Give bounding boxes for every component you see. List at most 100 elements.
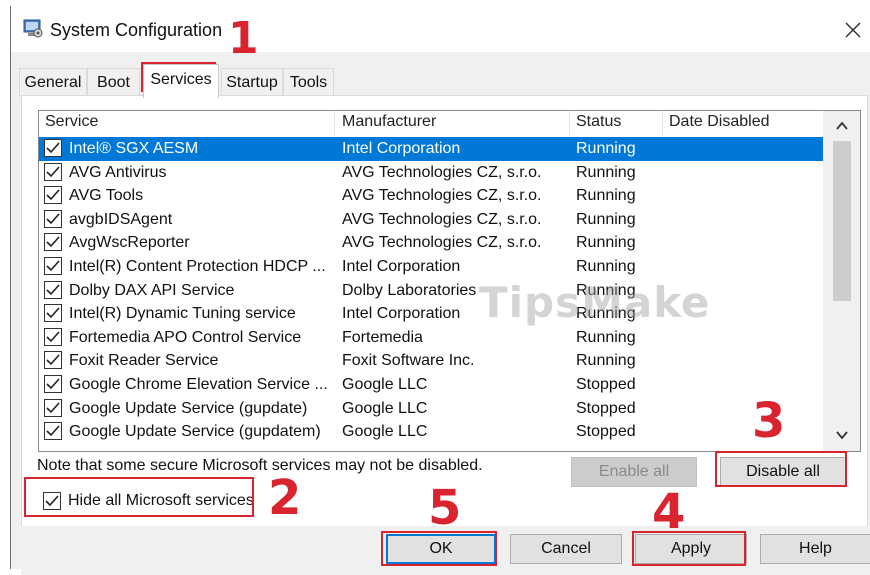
- tab-general[interactable]: General: [19, 68, 87, 97]
- service-checkbox[interactable]: [44, 398, 62, 417]
- table-row[interactable]: Foxit Reader Service Foxit Software Inc. R…: [39, 349, 823, 373]
- service-name: Foxit Reader Service: [69, 352, 219, 370]
- service-name: AVG Antivirus: [69, 163, 167, 181]
- highlight-disable-all: [715, 451, 847, 487]
- service-status: Stopped: [576, 376, 636, 393]
- window-title: System Configuration: [50, 20, 223, 40]
- step-number-1: 1: [228, 13, 259, 64]
- service-manufacturer: AVG Technologies CZ, s.r.o.: [342, 187, 542, 205]
- table-row[interactable]: Google Update Service (gupdate) Google LL…: [39, 397, 823, 421]
- close-icon[interactable]: [841, 18, 865, 42]
- table-row[interactable]: AVG Antivirus AVG Technologies CZ, s.r.o.…: [39, 161, 823, 185]
- enable-all-button[interactable]: Enable all: [571, 457, 697, 487]
- checkmark-icon: [46, 378, 60, 390]
- column-header-manufacturer[interactable]: Manufacturer: [336, 111, 570, 135]
- highlight-hide-microsoft-services: [24, 477, 254, 517]
- table-row[interactable]: Fortemedia APO Control Service Fortemedia…: [39, 326, 823, 350]
- services-list[interactable]: Service Manufacturer Status Date Disable…: [38, 110, 861, 452]
- checkmark-icon: [46, 307, 60, 319]
- checkmark-icon: [46, 236, 60, 248]
- table-row[interactable]: AVG Tools AVG Technologies CZ, s.r.o. Runn…: [39, 184, 823, 208]
- tab-tools[interactable]: Tools: [283, 68, 334, 97]
- tab-boot[interactable]: Boot: [87, 68, 140, 97]
- service-checkbox[interactable]: [44, 186, 62, 205]
- service-checkbox[interactable]: [44, 375, 62, 393]
- service-name: avgbIDSAgent: [69, 210, 173, 228]
- help-button[interactable]: Help: [760, 534, 870, 564]
- step-number-5: 5: [428, 480, 462, 536]
- service-status: Running: [576, 328, 636, 346]
- service-status: Running: [576, 163, 636, 181]
- service-status: Running: [576, 187, 636, 205]
- service-checkbox[interactable]: [44, 422, 62, 441]
- service-manufacturer: AVG Technologies CZ, s.r.o.: [342, 210, 542, 228]
- checkmark-icon: [46, 189, 60, 201]
- service-manufacturer: AVG Technologies CZ, s.r.o.: [342, 234, 542, 252]
- service-name: Dolby DAX API Service: [69, 281, 235, 299]
- title-bar: System Configuration: [11, 6, 870, 52]
- checkmark-icon: [46, 213, 60, 224]
- table-row[interactable]: Google Chrome Elevation Service ... Googl…: [39, 373, 823, 397]
- service-status: Stopped: [576, 399, 636, 417]
- service-status: Running: [576, 234, 636, 252]
- service-status: Running: [576, 352, 636, 370]
- service-manufacturer: Intel Corporation: [342, 140, 461, 157]
- service-manufacturer: Fortemedia: [342, 328, 423, 346]
- checkmark-icon: [46, 142, 60, 154]
- service-name: Intel® SGX AESM: [69, 140, 199, 157]
- service-name: AvgWscReporter: [69, 234, 190, 252]
- service-manufacturer: Intel Corporation: [342, 258, 461, 275]
- chevron-down-icon[interactable]: [833, 426, 851, 444]
- highlight-ok: [381, 531, 497, 566]
- checkmark-icon: [46, 284, 60, 295]
- service-checkbox[interactable]: [44, 209, 62, 228]
- table-row[interactable]: Intel® SGX AESM Intel Corporation Running: [39, 137, 823, 161]
- service-manufacturer: AVG Technologies CZ, s.r.o.: [342, 163, 542, 181]
- tab-strip: General Boot Services Startup Tools: [19, 64, 349, 98]
- service-checkbox[interactable]: [44, 304, 62, 323]
- step-number-4: 4: [652, 484, 686, 540]
- highlight-apply: [632, 531, 746, 566]
- service-checkbox[interactable]: [44, 327, 62, 346]
- checkmark-icon: [46, 331, 60, 342]
- column-header-status[interactable]: Status: [570, 111, 663, 135]
- service-checkbox[interactable]: [44, 280, 62, 299]
- scrollbar-thumb[interactable]: [833, 141, 851, 301]
- service-name: AVG Tools: [69, 187, 144, 205]
- table-row[interactable]: Google Update Service (gupdatem) Google L…: [39, 420, 823, 444]
- watermark: TipsMake: [479, 278, 711, 327]
- service-checkbox[interactable]: [44, 139, 62, 157]
- service-manufacturer: Google LLC: [342, 399, 428, 417]
- table-row[interactable]: Intel(R) Content Protection HDCP ... Inte…: [39, 255, 823, 279]
- microsoft-services-note: Note that some secure Microsoft services…: [37, 457, 483, 474]
- service-checkbox[interactable]: [44, 351, 62, 370]
- service-name: Google Chrome Elevation Service ...: [69, 376, 328, 393]
- service-name: Google Update Service (gupdatem): [69, 423, 321, 441]
- cancel-button[interactable]: Cancel: [510, 534, 622, 564]
- chevron-up-icon[interactable]: [833, 117, 851, 135]
- list-header: Service Manufacturer Status Date Disable…: [39, 111, 823, 135]
- tab-services[interactable]: Services: [143, 64, 219, 98]
- service-checkbox[interactable]: [44, 162, 62, 181]
- tab-startup[interactable]: Startup: [221, 68, 283, 97]
- service-name: Intel(R) Content Protection HDCP ...: [69, 258, 326, 275]
- step-number-2: 2: [268, 470, 302, 526]
- table-row[interactable]: AvgWscReporter AVG Technologies CZ, s.r.o…: [39, 231, 823, 255]
- service-manufacturer: Foxit Software Inc.: [342, 352, 475, 370]
- checkmark-icon: [46, 402, 60, 413]
- service-name: Intel(R) Dynamic Tuning service: [69, 305, 296, 323]
- service-status: Stopped: [576, 423, 636, 441]
- service-manufacturer: Google LLC: [342, 376, 428, 393]
- service-checkbox[interactable]: [44, 257, 62, 275]
- checkmark-icon: [46, 425, 60, 437]
- service-checkbox[interactable]: [44, 233, 62, 252]
- column-header-service[interactable]: Service: [39, 111, 335, 135]
- column-header-date-disabled[interactable]: Date Disabled: [663, 111, 823, 135]
- table-row[interactable]: avgbIDSAgent AVG Technologies CZ, s.r.o. R…: [39, 208, 823, 232]
- step-number-3: 3: [752, 393, 786, 449]
- checkmark-icon: [46, 166, 60, 177]
- service-manufacturer: Google LLC: [342, 423, 428, 441]
- checkmark-icon: [46, 260, 60, 272]
- service-status: Running: [576, 258, 636, 275]
- service-status: Running: [576, 140, 636, 157]
